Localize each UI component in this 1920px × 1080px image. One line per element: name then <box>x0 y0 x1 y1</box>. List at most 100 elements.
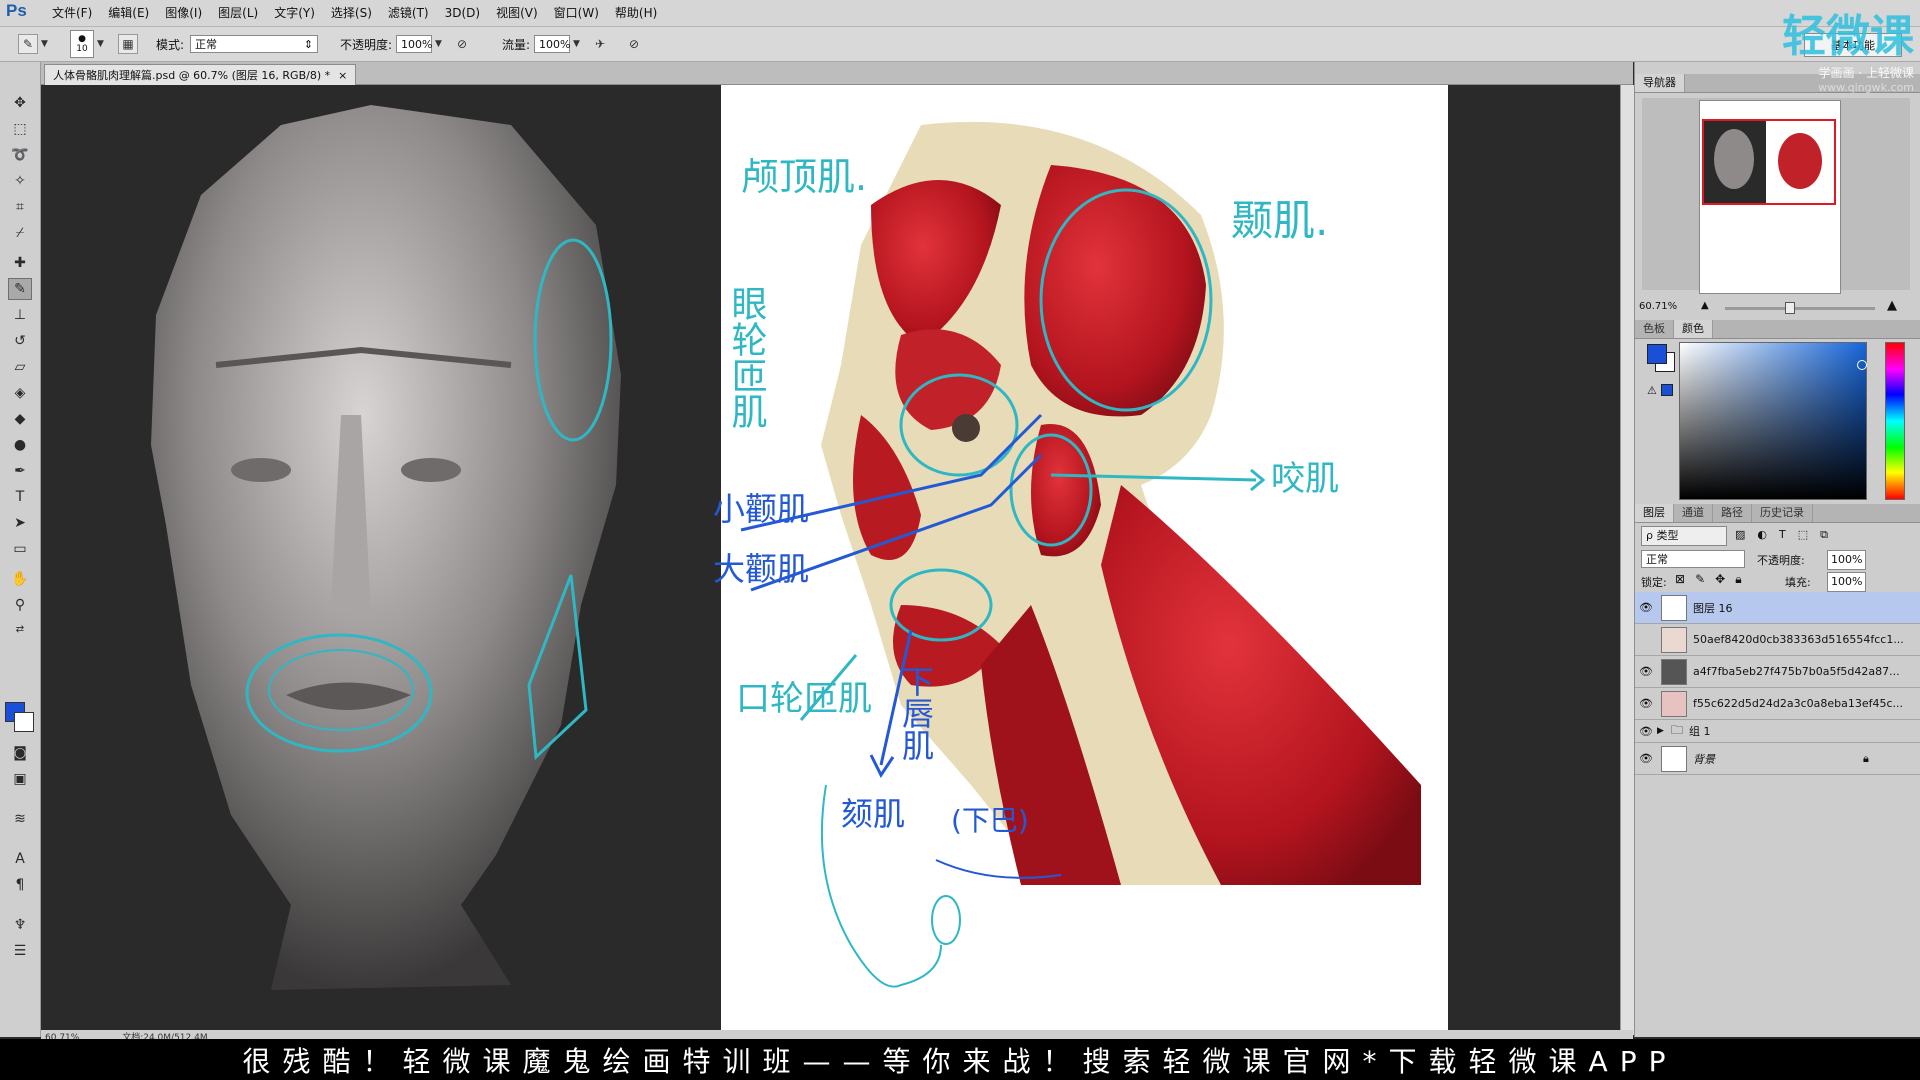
expand-arrow-icon[interactable]: ▶ <box>1657 726 1671 736</box>
lock-position-icon[interactable]: ✥ <box>1715 572 1725 587</box>
character-panel-icon[interactable]: A <box>8 848 32 870</box>
tab-history[interactable]: 历史记录 <box>1752 504 1813 522</box>
background-color-swatch[interactable] <box>14 712 34 732</box>
lock-pixels-icon[interactable]: ✎ <box>1695 572 1705 587</box>
fill-input[interactable]: 100% <box>1827 572 1866 592</box>
menu-select[interactable]: 选择(S) <box>323 0 380 26</box>
visibility-eye-icon[interactable]: 👁︎ <box>1635 697 1657 710</box>
vertical-scrollbar[interactable] <box>1620 85 1634 1035</box>
brush-panel-toggle[interactable]: ▦ <box>118 34 138 54</box>
brush-tool-icon[interactable]: ✎ <box>8 278 32 300</box>
paragraph-panel-icon[interactable]: ¶ <box>8 874 32 896</box>
type-tool-icon[interactable]: T <box>8 486 32 508</box>
filter-pixel-icon[interactable]: ▨ <box>1735 528 1745 542</box>
dodge-tool-icon[interactable]: ● <box>8 434 32 456</box>
lasso-tool-icon[interactable]: ➰ <box>8 144 32 166</box>
layer-row[interactable]: 50aef8420d0cb383363d516554fcc1... <box>1635 624 1920 656</box>
menu-3d[interactable]: 3D(D) <box>437 0 488 26</box>
tab-color[interactable]: 颜色 <box>1674 320 1713 338</box>
crop-tool-icon[interactable]: ⌗ <box>8 196 32 218</box>
filter-smart-icon[interactable]: ⧉ <box>1820 528 1828 542</box>
zoom-tool-icon[interactable]: ⚲ <box>8 594 32 616</box>
pressure-size-icon[interactable]: ⊘ <box>624 34 644 54</box>
canvas-area[interactable]: 颅顶肌. 颞肌. 眼轮匝肌 咬肌 小颧肌 大颧肌 口轮匝肌 下唇肌 颏肌 (下巴… <box>41 85 1621 1035</box>
hue-slider[interactable] <box>1885 342 1905 500</box>
tab-paths[interactable]: 路径 <box>1713 504 1752 522</box>
opacity-dropdown-icon[interactable]: ▼ <box>435 39 442 49</box>
navigator-zoom-knob[interactable] <box>1785 302 1795 314</box>
tool-presets-icon[interactable]: ☰ <box>8 940 32 962</box>
blur-tool-icon[interactable]: ◆ <box>8 408 32 430</box>
gamut-warning-icon[interactable]: ⚠ <box>1647 384 1657 397</box>
filter-adjustment-icon[interactable]: ◐ <box>1757 528 1767 542</box>
brush-tool-preset[interactable]: ✎ ▼ <box>18 34 48 54</box>
tab-swatches[interactable]: 色板 <box>1635 320 1674 338</box>
color-picker-field[interactable] <box>1679 342 1867 500</box>
color-picker-cursor[interactable] <box>1857 360 1867 370</box>
lock-transparent-icon[interactable]: ⊠ <box>1675 572 1685 587</box>
mode-select[interactable]: 正常 ⇕ <box>190 35 319 53</box>
quick-mask-icon[interactable]: ◙ <box>8 742 32 764</box>
watermark: 轻微课 学画画 · 上轻微课 www.qingwk.com <box>1782 0 1914 94</box>
clone-source-icon[interactable]: ♆ <box>8 914 32 936</box>
document-tab[interactable]: 人体骨骼肌肉理解篇.psd @ 60.7% (图层 16, RGB/8) * × <box>44 64 357 85</box>
visibility-eye-icon[interactable]: 👁︎ <box>1635 725 1657 738</box>
layer-row[interactable]: 👁︎ 图层 16 <box>1635 592 1920 624</box>
healing-tool-icon[interactable]: ✚ <box>8 252 32 274</box>
layer-filter-select[interactable]: ρ 类型 <box>1641 526 1727 546</box>
path-select-tool-icon[interactable]: ➤ <box>8 512 32 534</box>
layer-group-row[interactable]: 👁︎ ▶ 🗀 组 1 <box>1635 720 1920 743</box>
screen-mode-icon[interactable]: ▣ <box>8 768 32 790</box>
menu-filter[interactable]: 滤镜(T) <box>380 0 437 26</box>
history-brush-tool-icon[interactable]: ↺ <box>8 330 32 352</box>
brush-size-picker[interactable]: ● 10 ▼ <box>70 30 104 58</box>
eyedropper-tool-icon[interactable]: ⌿ <box>8 222 32 244</box>
move-tool-icon[interactable]: ✥ <box>8 92 32 114</box>
menu-type[interactable]: 文字(Y) <box>266 0 323 26</box>
marquee-tool-icon[interactable]: ⬚ <box>8 118 32 140</box>
navigator-zoom-slider[interactable] <box>1725 307 1875 310</box>
menu-file[interactable]: 文件(F) <box>44 0 100 26</box>
quick-select-tool-icon[interactable]: ✧ <box>8 170 32 192</box>
lock-all-icon[interactable]: 🔒︎ <box>1735 572 1741 587</box>
layer-row[interactable]: 👁︎ a4f7fba5eb27f475b7b0a5f5d42a87... <box>1635 656 1920 688</box>
flow-dropdown-icon[interactable]: ▼ <box>573 39 580 49</box>
visibility-eye-icon[interactable]: 👁︎ <box>1635 752 1657 765</box>
tab-navigator[interactable]: 导航器 <box>1635 74 1685 92</box>
layer-row[interactable]: 👁︎ f55c622d5d24d2a3c0a8eba13ef45c... <box>1635 688 1920 720</box>
stamp-tool-icon[interactable]: ⊥ <box>8 304 32 326</box>
blend-mode-select[interactable]: 正常 <box>1641 550 1745 568</box>
filter-shape-icon[interactable]: ⬚ <box>1798 528 1808 542</box>
pressure-opacity-icon[interactable]: ⊘ <box>452 34 472 54</box>
airbrush-icon[interactable]: ✈ <box>590 34 610 54</box>
close-icon[interactable]: × <box>338 69 347 82</box>
zoom-in-icon[interactable]: ▲ <box>1887 298 1897 313</box>
tab-layers[interactable]: 图层 <box>1635 504 1674 522</box>
layer-row[interactable]: 👁︎ 背景 🔒︎ <box>1635 743 1920 775</box>
rectangle-tool-icon[interactable]: ▭ <box>8 538 32 560</box>
eraser-tool-icon[interactable]: ▱ <box>8 356 32 378</box>
tab-channels[interactable]: 通道 <box>1674 504 1713 522</box>
zoom-out-icon[interactable]: ▲ <box>1701 300 1709 311</box>
menu-help[interactable]: 帮助(H) <box>607 0 665 26</box>
paint-bucket-tool-icon[interactable]: ◈ <box>8 382 32 404</box>
filter-type-icon[interactable]: T <box>1779 528 1786 542</box>
menu-edit[interactable]: 编辑(E) <box>100 0 157 26</box>
brush-presets-icon[interactable]: ≋ <box>8 808 32 830</box>
visibility-eye-icon[interactable]: 👁︎ <box>1635 601 1657 614</box>
menu-view[interactable]: 视图(V) <box>488 0 546 26</box>
swap-colors-icon[interactable]: ⇄ <box>8 618 32 640</box>
navigator-zoom-value[interactable]: 60.71% <box>1639 301 1677 312</box>
layer-opacity-input[interactable]: 100% <box>1827 550 1866 570</box>
navigator-thumbnail[interactable] <box>1699 100 1841 294</box>
rotate-view-tool-icon[interactable]: ✋ <box>8 568 32 590</box>
flow-input[interactable]: 100% <box>534 35 571 53</box>
web-safe-swatch[interactable] <box>1661 384 1673 396</box>
visibility-eye-icon[interactable]: 👁︎ <box>1635 665 1657 678</box>
menu-layer[interactable]: 图层(L) <box>210 0 266 26</box>
opacity-input[interactable]: 100% <box>396 35 433 53</box>
panel-foreground-swatch[interactable] <box>1647 344 1667 364</box>
menu-image[interactable]: 图像(I) <box>157 0 210 26</box>
menu-window[interactable]: 窗口(W) <box>546 0 607 26</box>
pen-tool-icon[interactable]: ✒ <box>8 460 32 482</box>
